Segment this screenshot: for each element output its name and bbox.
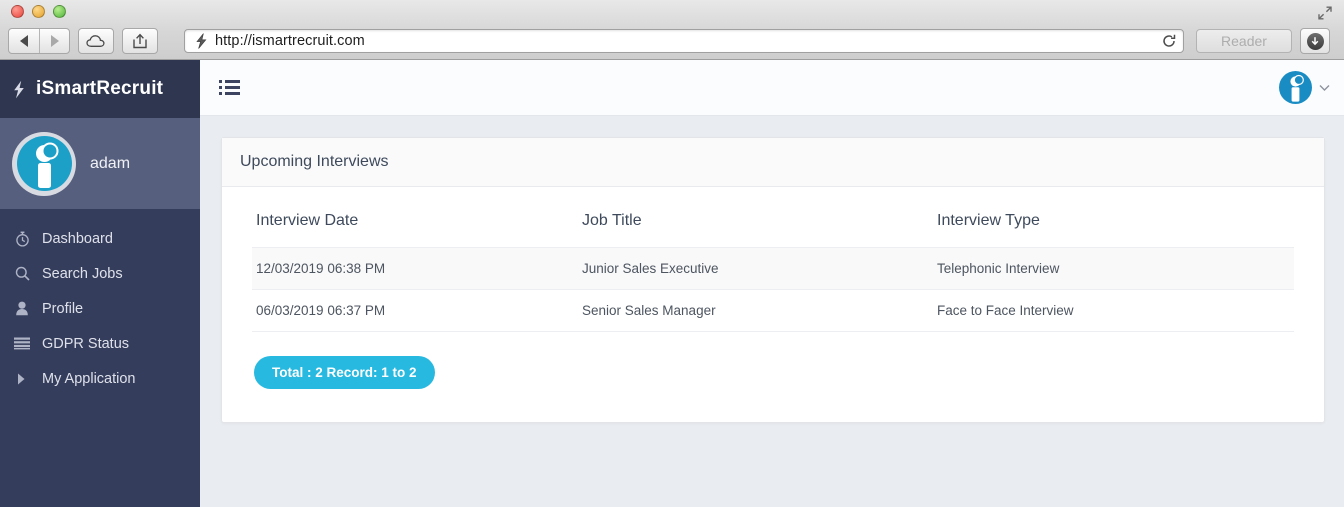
topbar [200,60,1344,116]
share-icon [131,33,149,49]
table-row[interactable]: 12/03/2019 06:38 PM Junior Sales Executi… [252,248,1294,290]
column-header-interview-date: Interview Date [252,212,582,248]
stopwatch-icon [13,231,31,247]
icloud-tabs-button[interactable] [78,28,114,54]
total-records-badge[interactable]: Total : 2 Record: 1 to 2 [254,356,435,389]
sidebar-item-label: My Application [42,371,136,387]
sidebar-item-label: GDPR Status [42,336,129,352]
reload-icon[interactable] [1155,34,1183,48]
column-header-job-title: Job Title [582,212,937,248]
main-area: Upcoming Interviews Interview Date Job T… [200,60,1344,507]
cell-interview-date: 06/03/2019 06:37 PM [252,290,582,332]
user-icon [13,301,31,316]
sidebar-item-dashboard[interactable]: Dashboard [0,221,200,256]
user-menu[interactable] [1279,71,1330,104]
user-avatar-glyph [17,136,72,191]
cell-interview-type: Telephonic Interview [937,248,1294,290]
sidebar-profile[interactable]: adam [0,118,200,209]
address-bar[interactable]: http://ismartrecruit.com [184,29,1184,53]
chevron-down-icon [1319,84,1330,92]
card-title: Upcoming Interviews [222,138,1324,187]
cell-job-title: Senior Sales Manager [582,290,937,332]
lightning-bolt-icon [195,33,208,49]
cell-interview-type: Face to Face Interview [937,290,1294,332]
nav-button-group [8,28,70,54]
avatar [12,132,76,196]
forward-button[interactable] [39,29,69,53]
card-body: Interview Date Job Title Interview Type … [222,187,1324,422]
list-bars-icon [13,337,31,350]
sidebar-item-profile[interactable]: Profile [0,291,200,326]
forward-arrow-icon [51,35,59,47]
cloud-icon [86,34,107,48]
upcoming-interviews-card: Upcoming Interviews Interview Date Job T… [221,137,1325,423]
cell-job-title: Junior Sales Executive [582,248,937,290]
lightning-bolt-icon [12,80,26,99]
back-button[interactable] [9,29,39,53]
sidebar-nav: Dashboard Search Jobs [0,209,200,396]
sidebar-item-gdpr-status[interactable]: GDPR Status [0,326,200,361]
content-area: Upcoming Interviews Interview Date Job T… [200,116,1344,423]
downloads-button[interactable] [1300,28,1330,54]
url-text: http://ismartrecruit.com [215,33,1155,49]
back-arrow-icon [20,35,28,47]
brand-name: iSmartRecruit [36,78,163,100]
sidebar-item-label: Search Jobs [42,266,123,282]
chevron-right-icon [13,372,31,386]
table-row[interactable]: 06/03/2019 06:37 PM Senior Sales Manager… [252,290,1294,332]
app-window: iSmartRecruit adam [0,60,1344,507]
close-window-button[interactable] [11,5,24,18]
hamburger-list-icon[interactable] [219,80,240,95]
sidebar-item-my-application[interactable]: My Application [0,361,200,396]
download-arrow-icon [1307,33,1324,50]
sidebar-item-label: Dashboard [42,231,113,247]
cell-interview-date: 12/03/2019 06:38 PM [252,248,582,290]
profile-name: adam [90,155,130,173]
interviews-table: Interview Date Job Title Interview Type … [252,212,1294,332]
window-traffic-lights [11,5,66,18]
browser-toolbar [8,28,158,54]
browser-chrome: http://ismartrecruit.com Reader [0,0,1344,60]
zoom-window-button[interactable] [53,5,66,18]
avatar [1279,71,1312,104]
sidebar-item-label: Profile [42,301,83,317]
search-icon [13,266,31,281]
brand-header[interactable]: iSmartRecruit [0,60,200,118]
table-header-row: Interview Date Job Title Interview Type [252,212,1294,248]
sidebar-item-search-jobs[interactable]: Search Jobs [0,256,200,291]
minimize-window-button[interactable] [32,5,45,18]
sidebar: iSmartRecruit adam [0,60,200,507]
fullscreen-icon[interactable] [1318,6,1332,20]
share-button[interactable] [122,28,158,54]
column-header-interview-type: Interview Type [937,212,1294,248]
reader-button[interactable]: Reader [1196,29,1292,53]
